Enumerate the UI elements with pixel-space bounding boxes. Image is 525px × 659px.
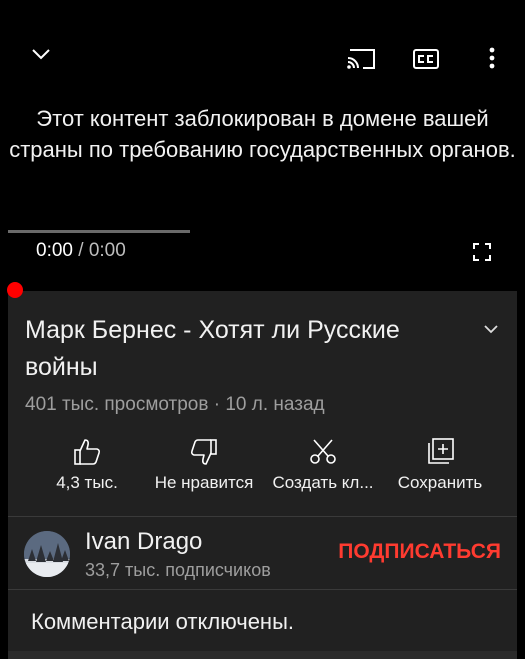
- divider: [8, 589, 517, 590]
- duration: 0:00: [88, 240, 126, 261]
- save-button[interactable]: Сохранить: [380, 437, 500, 493]
- scissors-icon: [310, 439, 336, 464]
- dislike-button[interactable]: Не нравится: [144, 437, 264, 493]
- create-clip-button[interactable]: Создать кл...: [263, 437, 383, 493]
- create-clip-label: Создать кл...: [272, 473, 374, 492]
- time-separator: /: [72, 240, 89, 261]
- cast-icon[interactable]: [346, 46, 378, 72]
- current-time: 0:00: [36, 240, 73, 261]
- save-label: Сохранить: [397, 473, 483, 492]
- comments-disabled-text: Комментарии отключены.: [31, 609, 295, 634]
- action-bar: 4,3 тыс. Не нравится Создать кл... Сохра…: [8, 437, 517, 502]
- upload-age: 10 л. назад: [225, 394, 325, 415]
- view-count: 401 тыс. просмотров: [25, 394, 209, 415]
- thumbs-down-icon: [190, 439, 217, 465]
- channel-name[interactable]: Ivan Drago: [85, 528, 202, 556]
- channel-avatar[interactable]: [24, 531, 70, 577]
- subscribe-button[interactable]: ПОДПИСАТЬСЯ: [338, 540, 501, 564]
- chevron-down-icon[interactable]: [30, 46, 52, 62]
- avatar-image: [24, 531, 70, 577]
- channel-row[interactable]: Ivan Drago 33,7 тыс. подписчиков ПОДПИСА…: [8, 517, 517, 589]
- expand-description-icon[interactable]: [482, 322, 500, 336]
- bottom-edge: [8, 651, 517, 659]
- video-player[interactable]: Этот контент заблокирован в домене вашей…: [8, 0, 517, 291]
- captions-icon[interactable]: [412, 48, 440, 70]
- dislike-label: Не нравится: [154, 473, 254, 492]
- video-title: Марк Бернес - Хотят ли Русские войны: [25, 316, 400, 381]
- progress-bar[interactable]: [8, 230, 190, 233]
- meta-dot: ·: [208, 394, 226, 415]
- app-frame: Этот контент заблокирован в домене вашей…: [0, 0, 525, 659]
- blocked-message: Этот контент заблокирован в домене вашей…: [9, 106, 516, 162]
- video-meta: 401 тыс. просмотров · 10 л. назад: [25, 394, 325, 416]
- video-info-panel: Марк Бернес - Хотят ли Русские войны 401…: [8, 291, 517, 659]
- like-button[interactable]: 4,3 тыс.: [27, 437, 147, 493]
- progress-scrubber[interactable]: [7, 282, 23, 298]
- more-vert-icon[interactable]: [484, 45, 500, 71]
- playlist-add-icon: [428, 438, 454, 464]
- thumbs-up-icon: [74, 439, 101, 465]
- subscriber-count: 33,7 тыс. подписчиков: [85, 560, 271, 580]
- fullscreen-icon[interactable]: [472, 242, 492, 262]
- time-display: 0:00 / 0:00: [36, 240, 126, 262]
- like-count: 4,3 тыс.: [56, 473, 118, 492]
